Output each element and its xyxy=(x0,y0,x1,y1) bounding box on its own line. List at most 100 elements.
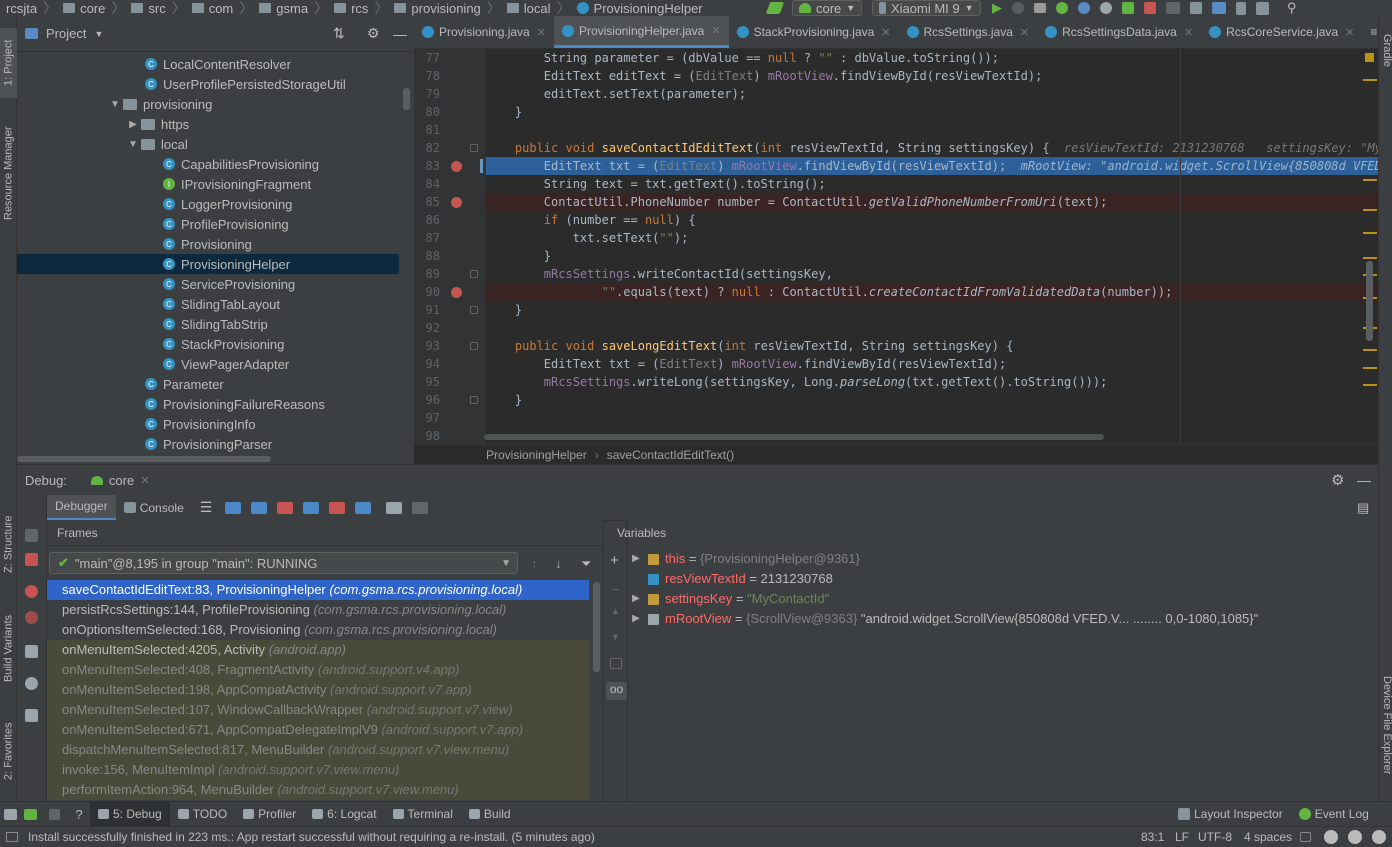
line-number[interactable]: 78 xyxy=(414,67,440,85)
tree-item[interactable]: C Provisioning xyxy=(17,234,399,254)
frame-row[interactable]: dispatchMenuItemSelected:817, MenuBuilde… xyxy=(47,740,589,760)
device-manager-icon[interactable] xyxy=(1236,1,1246,15)
bottom-tool-build[interactable]: Build xyxy=(461,802,519,827)
tree-horizontal-scrollbar[interactable] xyxy=(17,456,271,462)
evaluate-expression-icon[interactable] xyxy=(386,501,403,514)
line-number[interactable]: 98 xyxy=(414,427,440,445)
minus-icon[interactable]: − xyxy=(612,582,620,597)
error-stripe[interactable] xyxy=(1362,49,1378,444)
indent-setting[interactable]: 4 spaces xyxy=(1244,830,1292,844)
editor-tab[interactable]: RcsCoreService.java ✕ xyxy=(1201,16,1362,48)
tree-vertical-scrollbar[interactable] xyxy=(403,88,410,110)
file-encoding[interactable]: UTF-8 xyxy=(1198,830,1232,844)
minimize-icon[interactable]: — xyxy=(1357,472,1371,488)
line-number[interactable]: 84 xyxy=(414,175,440,193)
tree-item[interactable]: C ProvisioningHelper xyxy=(17,254,399,274)
breadcrumb-item[interactable]: local 〉 xyxy=(501,0,571,16)
run-to-cursor-icon[interactable] xyxy=(355,501,372,514)
fold-marker-icon[interactable] xyxy=(470,396,478,404)
sad-face-icon[interactable] xyxy=(1348,830,1362,844)
tree-item[interactable]: C CapabilitiesProvisioning xyxy=(17,154,399,174)
chevron-right-icon[interactable]: ▶ xyxy=(628,549,644,569)
stop-icon[interactable] xyxy=(25,553,38,566)
tree-item[interactable]: C ProvisioningFailureReasons xyxy=(17,394,399,414)
frame-row[interactable]: persistRcsSettings:144, ProfileProvision… xyxy=(47,600,589,620)
tree-item[interactable]: C ProfileProvisioning xyxy=(17,214,399,234)
line-number[interactable]: 95 xyxy=(414,373,440,391)
apply-changes-icon[interactable] xyxy=(1034,3,1046,13)
minimize-icon[interactable]: — xyxy=(393,26,407,42)
breadcrumb-item[interactable]: ProvisioningHelper xyxy=(571,0,703,16)
status-message[interactable]: Install successfully finished in 223 ms.… xyxy=(28,830,595,844)
bottom-tool-profiler[interactable]: Profiler xyxy=(235,802,304,827)
breadcrumb-class[interactable]: ProvisioningHelper xyxy=(486,448,587,462)
tree-item[interactable]: C Parameter xyxy=(17,374,399,394)
line-number[interactable]: 97 xyxy=(414,409,440,427)
tree-item[interactable]: C ServiceProvisioning xyxy=(17,274,399,294)
bottom-tool-todo[interactable]: TODO xyxy=(170,802,235,827)
frame-row[interactable]: onOptionsItemSelected:168, Provisioning … xyxy=(47,620,589,640)
run-config-select[interactable]: core ▼ xyxy=(792,0,863,16)
device-select[interactable]: Xiaomi MI 9 ▼ xyxy=(872,0,981,16)
close-icon[interactable]: ✕ xyxy=(711,24,720,37)
project-tool-window-button[interactable]: 1: Project xyxy=(0,28,17,98)
sdk-manager-icon[interactable] xyxy=(1212,2,1226,14)
tree-item[interactable]: C LocalContentResolver xyxy=(17,54,399,74)
line-number[interactable]: 79 xyxy=(414,85,440,103)
tree-item[interactable]: C LoggerProvisioning xyxy=(17,194,399,214)
trace-icon[interactable] xyxy=(412,501,429,514)
layout-inspector-button[interactable]: Layout Inspector xyxy=(1170,802,1291,827)
run-icon[interactable] xyxy=(20,808,40,820)
breadcrumb-item[interactable]: provisioning 〉 xyxy=(388,0,501,16)
chevron-right-icon[interactable]: ▶ xyxy=(628,609,644,629)
force-step-into-icon[interactable] xyxy=(277,501,294,514)
line-number[interactable]: 82 xyxy=(414,139,440,157)
line-number[interactable]: 90 xyxy=(414,283,440,301)
lock-icon[interactable] xyxy=(1300,832,1311,842)
line-number[interactable]: 89 xyxy=(414,265,440,283)
line-number[interactable]: 81 xyxy=(414,121,440,139)
close-icon[interactable]: ✕ xyxy=(140,474,149,487)
tree-item[interactable]: C SlidingTabLayout xyxy=(17,294,399,314)
gear-icon[interactable] xyxy=(25,677,38,690)
help-icon[interactable]: ? xyxy=(68,807,90,822)
run-icon[interactable]: ▶ xyxy=(992,0,1002,16)
filter-icon[interactable]: ⏷ xyxy=(581,556,591,572)
variable-row[interactable]: ▶ mRootView = {ScrollView@9363} "android.… xyxy=(628,609,1368,629)
drop-frame-icon[interactable] xyxy=(329,501,346,514)
line-number[interactable]: 93 xyxy=(414,337,440,355)
chevron-down-icon[interactable]: ▼ xyxy=(125,139,141,150)
gear-icon[interactable]: ⚙ xyxy=(367,25,380,42)
tree-item[interactable]: C ProvisioningParser xyxy=(17,434,399,454)
gradle-button[interactable]: Gradle xyxy=(1379,34,1392,94)
editor-tab[interactable]: ProvisioningHelper.java ✕ xyxy=(553,16,729,48)
menu-icon[interactable]: ☰ xyxy=(200,499,213,516)
close-icon[interactable]: ✕ xyxy=(1184,26,1193,39)
hammer-icon[interactable] xyxy=(765,0,785,16)
search-icon[interactable]: ⚲ xyxy=(1287,0,1297,16)
layout-inspector-icon[interactable] xyxy=(1256,1,1269,15)
frame-row[interactable]: onMenuItemSelected:4205, Activity (andro… xyxy=(47,640,589,660)
frame-row[interactable]: onMenuItemSelected:107, WindowCallbackWr… xyxy=(47,700,589,720)
breakpoint-icon[interactable] xyxy=(451,197,462,208)
collapse-all-icon[interactable]: ⇅ xyxy=(333,25,345,42)
breadcrumb-method[interactable]: saveContactIdEditText() xyxy=(607,448,734,462)
step-into-icon[interactable] xyxy=(251,501,268,514)
tree-item[interactable]: ▼ local xyxy=(17,134,399,154)
move-down-icon[interactable]: ▼ xyxy=(611,632,620,642)
copy-icon[interactable] xyxy=(610,658,622,669)
stop-icon[interactable] xyxy=(40,808,68,820)
fold-marker-icon[interactable] xyxy=(470,306,478,314)
stop-icon[interactable] xyxy=(1144,2,1156,14)
arrow-up-icon[interactable]: ↑ xyxy=(531,556,538,571)
line-number[interactable]: 92 xyxy=(414,319,440,337)
pause-icon[interactable] xyxy=(25,529,38,542)
view-breakpoints-icon[interactable] xyxy=(25,585,38,598)
tree-item[interactable]: C UserProfilePersistedStorageUtil xyxy=(17,74,399,94)
debug-icon[interactable] xyxy=(1056,2,1068,14)
close-icon[interactable]: ✕ xyxy=(881,26,890,39)
tree-item[interactable]: C ViewPagerAdapter xyxy=(17,354,399,374)
tree-item[interactable]: C SlidingTabStrip xyxy=(17,314,399,334)
line-number[interactable]: 77 xyxy=(414,49,440,67)
line-number[interactable]: 86 xyxy=(414,211,440,229)
